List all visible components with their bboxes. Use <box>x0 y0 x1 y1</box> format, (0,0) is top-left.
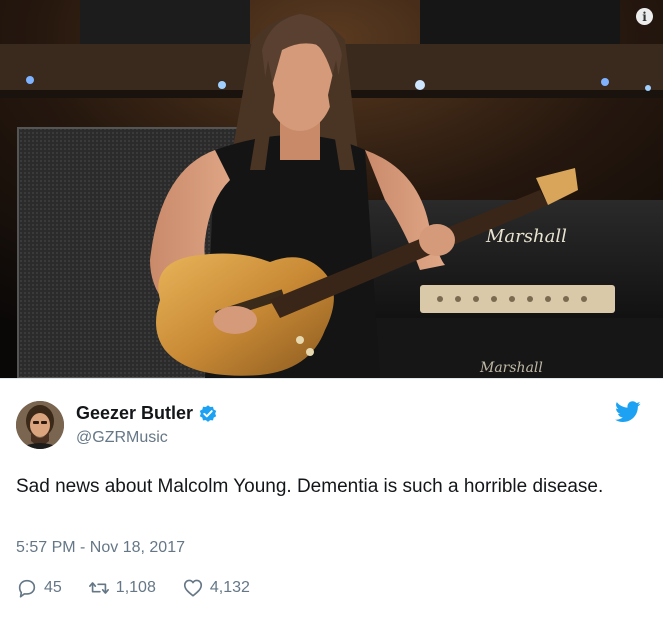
reply-count: 45 <box>44 579 62 596</box>
heart-icon <box>183 579 202 597</box>
stage-light <box>26 76 34 84</box>
info-icon[interactable]: i <box>636 8 653 25</box>
stage-light <box>218 81 226 89</box>
stage-light <box>415 80 425 90</box>
verified-badge-icon <box>199 404 217 422</box>
user-handle[interactable]: @GZRMusic <box>76 429 168 447</box>
reply-icon <box>18 579 36 598</box>
tweet-text: Sad news about Malcolm Young. Dementia i… <box>16 476 604 497</box>
like-button[interactable]: 4,132 <box>182 577 250 599</box>
amp-logo-bottom: Marshall <box>479 360 543 376</box>
tweet-card: Geezer Butler @GZRMusic Sad news about M… <box>0 379 663 621</box>
avatar[interactable] <box>16 401 64 449</box>
retweet-button[interactable]: 1,108 <box>88 577 156 599</box>
twitter-bird-icon[interactable] <box>615 401 641 423</box>
tweet-timestamp[interactable]: 5:57 PM - Nov 18, 2017 <box>16 539 185 557</box>
stage-light <box>645 85 651 91</box>
tweet-photo[interactable]: Marshall Marshall i <box>0 0 663 378</box>
guitarist-photo: Marshall Marshall <box>0 0 663 378</box>
retweet-icon <box>88 582 109 594</box>
reply-button[interactable]: 45 <box>16 577 62 599</box>
stage-light <box>601 78 609 86</box>
tweet-actions: 45 1,108 4,132 <box>16 577 276 599</box>
retweet-count: 1,108 <box>115 579 156 596</box>
like-count: 4,132 <box>209 579 250 596</box>
display-name[interactable]: Geezer Butler <box>76 403 193 424</box>
amp-logo-top: Marshall <box>485 226 567 247</box>
